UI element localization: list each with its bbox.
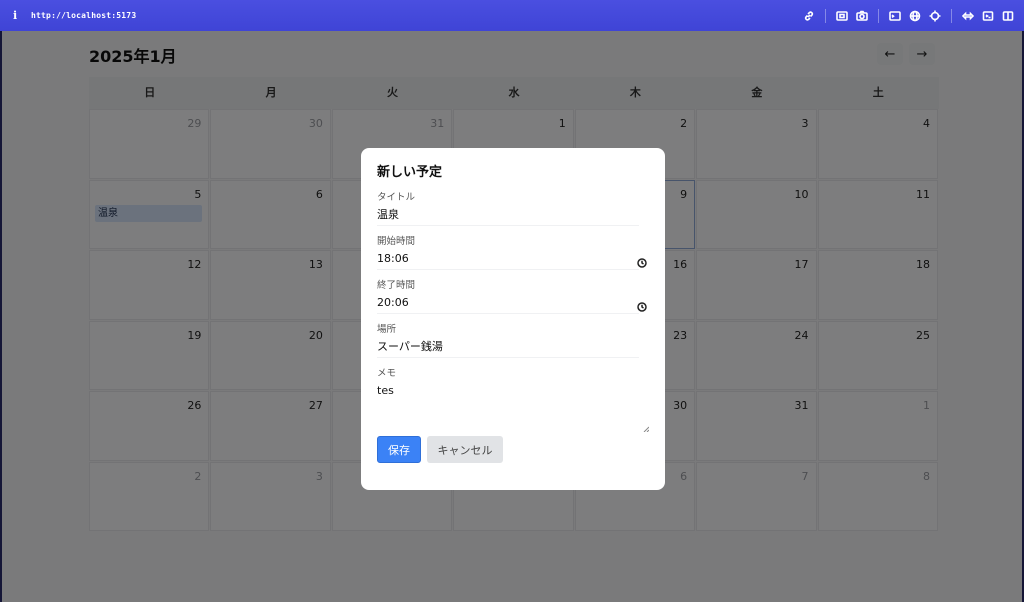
memo-value: tes [377, 384, 394, 397]
info-icon[interactable]: i [13, 9, 23, 22]
cancel-button[interactable]: キャンセル [427, 436, 503, 463]
dialog-title: 新しい予定 [377, 165, 443, 180]
toolbar-divider [878, 8, 879, 23]
extension-icon[interactable] [961, 9, 975, 23]
globe-icon[interactable] [908, 9, 922, 23]
title-input-value: 温泉 [377, 208, 399, 221]
screen-capture-icon[interactable] [835, 9, 849, 23]
start-time-value: 18:06 [377, 252, 409, 265]
split-view-icon[interactable] [1001, 9, 1015, 23]
toolbar-tools [799, 0, 1018, 31]
end-time-label: 終了時間 [377, 280, 416, 291]
clock-icon[interactable] [637, 254, 647, 268]
clock-icon[interactable] [637, 298, 647, 312]
browser-toolbar: i http://localhost:5173 [0, 0, 1024, 31]
end-time-input[interactable]: 20:06 [377, 292, 647, 314]
memo-label: メモ [377, 368, 397, 379]
title-label: タイトル [377, 192, 416, 203]
terminal-icon[interactable] [888, 9, 902, 23]
end-time-value: 20:06 [377, 296, 409, 309]
toolbar-divider [951, 8, 952, 23]
link-icon[interactable] [802, 9, 816, 23]
toolbar-divider [825, 8, 826, 23]
title-input[interactable]: 温泉 [377, 204, 639, 226]
camera-icon[interactable] [855, 9, 869, 23]
location-input[interactable]: スーパー銭湯 [377, 336, 639, 358]
address-bar[interactable]: http://localhost:5173 [31, 11, 136, 20]
start-time-input[interactable]: 18:06 [377, 248, 647, 270]
location-value: スーパー銭湯 [377, 340, 443, 353]
memo-textarea[interactable]: tes [377, 380, 650, 433]
crosshair-icon[interactable] [928, 9, 942, 23]
puzzle-icon[interactable] [981, 9, 995, 23]
start-time-label: 開始時間 [377, 236, 416, 247]
location-label: 場所 [377, 324, 397, 335]
new-event-dialog: 新しい予定 タイトル 温泉 開始時間 18:06 終了時間 20:06 場所 ス… [361, 148, 665, 490]
resize-handle-icon[interactable] [643, 418, 650, 433]
save-button[interactable]: 保存 [377, 436, 421, 463]
dialog-actions: 保存 キャンセル [377, 436, 649, 463]
